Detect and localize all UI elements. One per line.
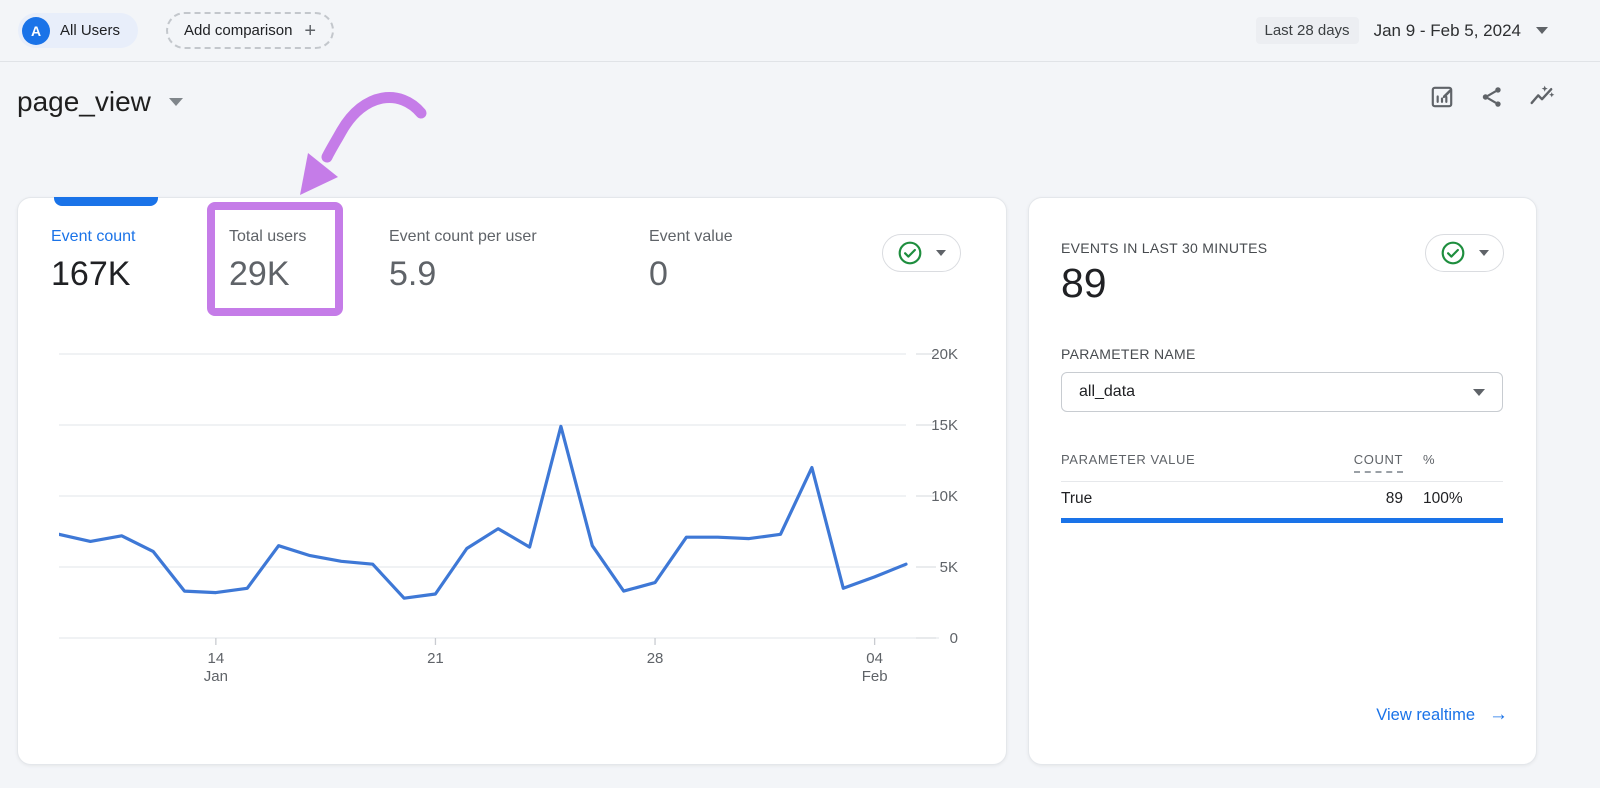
view-realtime-label: View realtime: [1376, 705, 1475, 724]
metric-tab-event-value[interactable]: Event value 0: [649, 228, 733, 294]
table-divider: [1061, 481, 1503, 482]
percent-bar: [1061, 518, 1503, 523]
event-metrics-card: Event count 167K Total users 29K Event c…: [17, 197, 1007, 765]
page-title: page_view: [17, 86, 151, 117]
highlight-box-total-users: [207, 202, 343, 316]
add-comparison-button[interactable]: Add comparison +: [166, 12, 335, 49]
realtime-events-card: EVENTS IN LAST 30 MINUTES 89 PARAMETER N…: [1028, 197, 1537, 765]
parameter-name-value: all_data: [1079, 383, 1136, 400]
svg-text:Feb: Feb: [862, 668, 888, 681]
report-toolbar: [1429, 84, 1555, 110]
parameter-name-select[interactable]: all_data: [1061, 372, 1503, 412]
svg-text:20K: 20K: [931, 346, 958, 363]
caret-down-icon: [1473, 388, 1485, 396]
annotation-arrow: [300, 92, 427, 195]
parameter-name-label: PARAMETER NAME: [1061, 346, 1196, 362]
view-realtime-link[interactable]: View realtime →: [1376, 704, 1508, 726]
svg-text:21: 21: [427, 650, 444, 667]
data-quality-dropdown[interactable]: [882, 234, 961, 272]
metric-label: Event count: [51, 228, 136, 245]
svg-text:0: 0: [950, 630, 958, 647]
plus-icon: +: [304, 19, 317, 42]
event-selector[interactable]: page_view: [17, 86, 183, 118]
date-range-preset-badge: Last 28 days: [1255, 17, 1359, 44]
header-count[interactable]: COUNT: [1333, 452, 1403, 473]
event-chart-area: 0 5K 10K 15K 20K 14 Jan 21 28 04 Feb: [57, 341, 961, 685]
svg-text:15K: 15K: [931, 417, 958, 434]
audience-pill-all-users[interactable]: A All Users: [18, 13, 139, 48]
metric-label: Event count per user: [389, 228, 537, 245]
metric-tab-event-count-per-user[interactable]: Event count per user 5.9: [389, 228, 537, 294]
cell-count: 89: [1385, 490, 1403, 507]
svg-text:28: 28: [647, 650, 664, 667]
svg-text:04: 04: [866, 650, 883, 667]
header-percent: %: [1423, 452, 1436, 467]
date-range-selector[interactable]: Last 28 days Jan 9 - Feb 5, 2024: [1255, 17, 1548, 44]
event-count-line-chart[interactable]: 0 5K 10K 15K 20K 14Jan 21 28 04Feb: [57, 341, 961, 685]
arrow-right-icon: →: [1489, 704, 1508, 725]
add-comparison-label: Add comparison: [184, 22, 293, 39]
metric-label: Event value: [649, 228, 733, 245]
header-parameter-value: PARAMETER VALUE: [1061, 452, 1196, 467]
audience-label: All Users: [60, 22, 121, 39]
metric-value: 5.9: [389, 255, 437, 293]
svg-text:Jan: Jan: [204, 668, 228, 681]
svg-text:14: 14: [208, 650, 225, 667]
cell-parameter-value: True: [1061, 490, 1093, 507]
realtime-title: EVENTS IN LAST 30 MINUTES: [1061, 240, 1268, 256]
chevron-down-icon: [168, 98, 183, 106]
svg-text:10K: 10K: [931, 488, 958, 505]
insights-icon[interactable]: [1529, 84, 1555, 110]
metric-tab-event-count[interactable]: Event count 167K: [51, 228, 136, 294]
audience-avatar: A: [22, 16, 50, 45]
table-row: True 89 100%: [1061, 490, 1503, 508]
svg-text:5K: 5K: [940, 559, 958, 576]
caret-down-icon: [1479, 250, 1489, 256]
metric-value: 167K: [51, 255, 131, 293]
parameter-table-header: PARAMETER VALUE COUNT %: [1061, 452, 1503, 473]
share-icon[interactable]: [1479, 84, 1505, 110]
top-bar: A All Users Add comparison + Last 28 day…: [0, 0, 1600, 62]
data-quality-dropdown[interactable]: [1425, 234, 1504, 272]
cell-percent: 100%: [1423, 490, 1463, 507]
date-range-text: Jan 9 - Feb 5, 2024: [1373, 20, 1521, 40]
checkmark-circle-icon: [1441, 241, 1465, 265]
metric-value: 0: [649, 255, 668, 293]
selected-tab-indicator: [54, 197, 158, 206]
realtime-value: 89: [1061, 260, 1107, 306]
caret-down-icon: [1536, 27, 1548, 34]
caret-down-icon: [936, 250, 946, 256]
checkmark-circle-icon: [898, 241, 922, 265]
customize-report-icon[interactable]: [1429, 84, 1455, 110]
comparison-bar: A All Users Add comparison +: [18, 12, 335, 49]
